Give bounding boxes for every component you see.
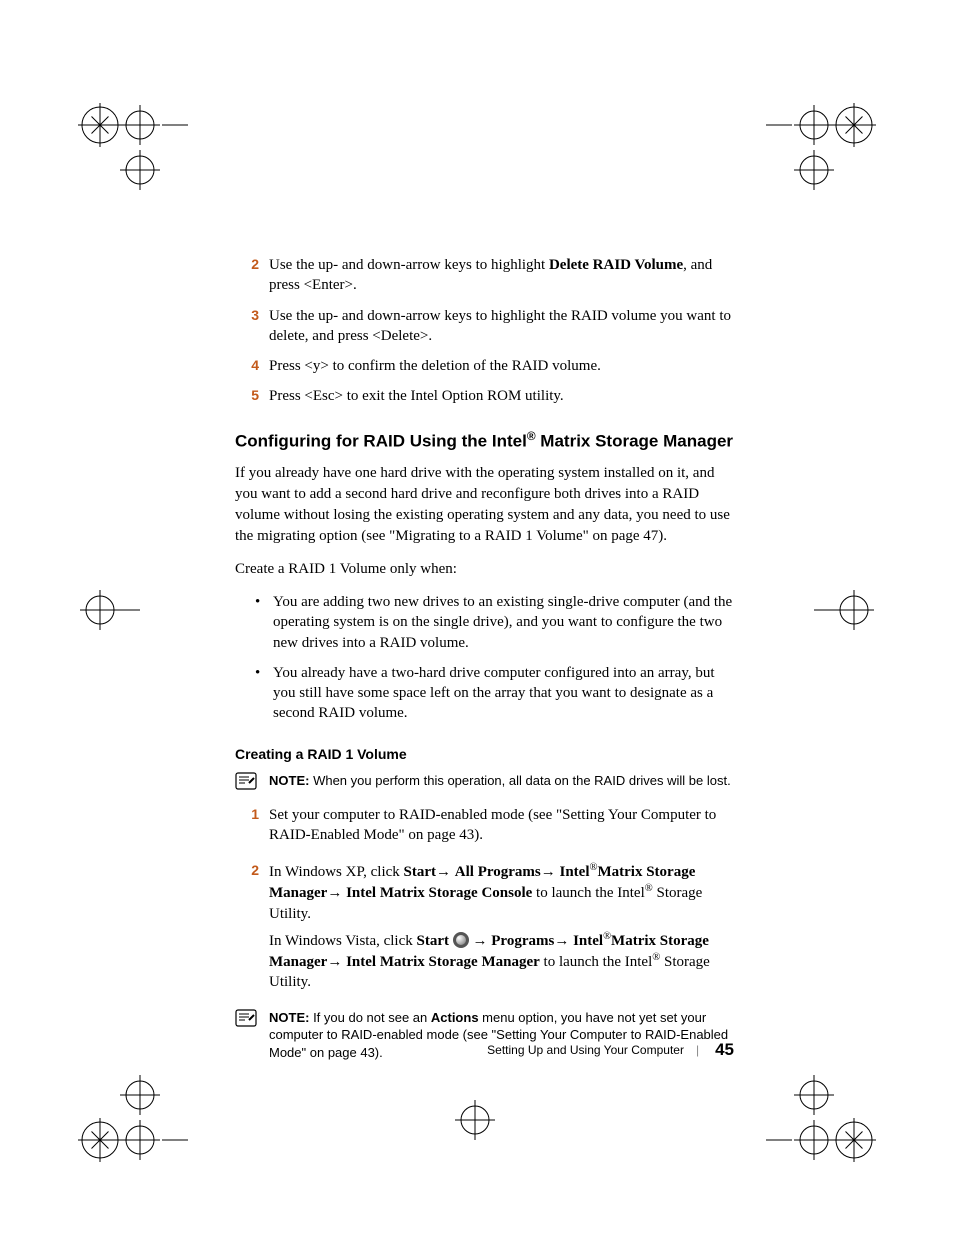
crop-mark-bottom-right — [764, 1065, 884, 1175]
step-text: Press <Esc> to exit the Intel Option ROM… — [269, 386, 735, 406]
note-text-1: NOTE: When you perform this operation, a… — [259, 772, 735, 790]
step-text: Use the up- and down-arrow keys to highl… — [269, 255, 735, 296]
step-number: 2 — [235, 861, 269, 999]
step-item: 4Press <y> to confirm the deletion of th… — [235, 356, 735, 376]
step-text: Set your computer to RAID-enabled mode (… — [269, 805, 735, 852]
footer-separator: | — [696, 1043, 699, 1057]
step-number: 4 — [235, 356, 269, 376]
step-paragraph: In Windows XP, click Start→ All Programs… — [269, 861, 735, 924]
bullet-item: You already have a two-hard drive comput… — [259, 663, 735, 724]
bullet-item: You are adding two new drives to an exis… — [259, 592, 735, 653]
step-number: 5 — [235, 386, 269, 406]
step-item: 2Use the up- and down-arrow keys to high… — [235, 255, 735, 296]
page-content: 2Use the up- and down-arrow keys to high… — [235, 255, 735, 1071]
crop-mark-top-left — [70, 85, 190, 195]
step-item: 3Use the up- and down-arrow keys to high… — [235, 306, 735, 347]
step-number: 3 — [235, 306, 269, 347]
step-text: Use the up- and down-arrow keys to highl… — [269, 306, 735, 347]
step-number: 1 — [235, 805, 269, 852]
heading-config-raid: Configuring for RAID Using the Intel® Ma… — [235, 429, 735, 452]
numbered-steps-bottom: 1Set your computer to RAID-enabled mode … — [235, 805, 735, 999]
intro-paragraph: If you already have one hard drive with … — [235, 463, 735, 547]
crop-mark-bottom-left — [70, 1065, 190, 1175]
note-icon — [235, 1009, 259, 1032]
step-text: In Windows XP, click Start→ All Programs… — [269, 861, 735, 999]
page-footer: Setting Up and Using Your Computer | 45 — [487, 1040, 734, 1060]
windows-start-icon — [453, 932, 469, 948]
step-item: 1Set your computer to RAID-enabled mode … — [235, 805, 735, 852]
footer-page-number: 45 — [715, 1040, 734, 1060]
crop-mark-bottom-center — [435, 1090, 515, 1150]
step-text: Press <y> to confirm the deletion of the… — [269, 356, 735, 376]
heading-creating-raid1: Creating a RAID 1 Volume — [235, 746, 735, 762]
step-number: 2 — [235, 255, 269, 296]
step-paragraph: In Windows Vista, click Start → Programs… — [269, 930, 735, 993]
crop-mark-mid-right — [814, 580, 884, 640]
step-item: 2In Windows XP, click Start→ All Program… — [235, 861, 735, 999]
crop-mark-mid-left — [70, 580, 140, 640]
bullet-list: You are adding two new drives to an exis… — [235, 592, 735, 724]
footer-section-title: Setting Up and Using Your Computer — [487, 1043, 684, 1057]
note-block-1: NOTE: When you perform this operation, a… — [235, 772, 735, 795]
step-paragraph: Set your computer to RAID-enabled mode (… — [269, 805, 735, 846]
note-icon — [235, 772, 259, 795]
crop-mark-top-right — [764, 85, 884, 195]
numbered-steps-top: 2Use the up- and down-arrow keys to high… — [235, 255, 735, 407]
step-item: 5Press <Esc> to exit the Intel Option RO… — [235, 386, 735, 406]
create-when-paragraph: Create a RAID 1 Volume only when: — [235, 559, 735, 580]
